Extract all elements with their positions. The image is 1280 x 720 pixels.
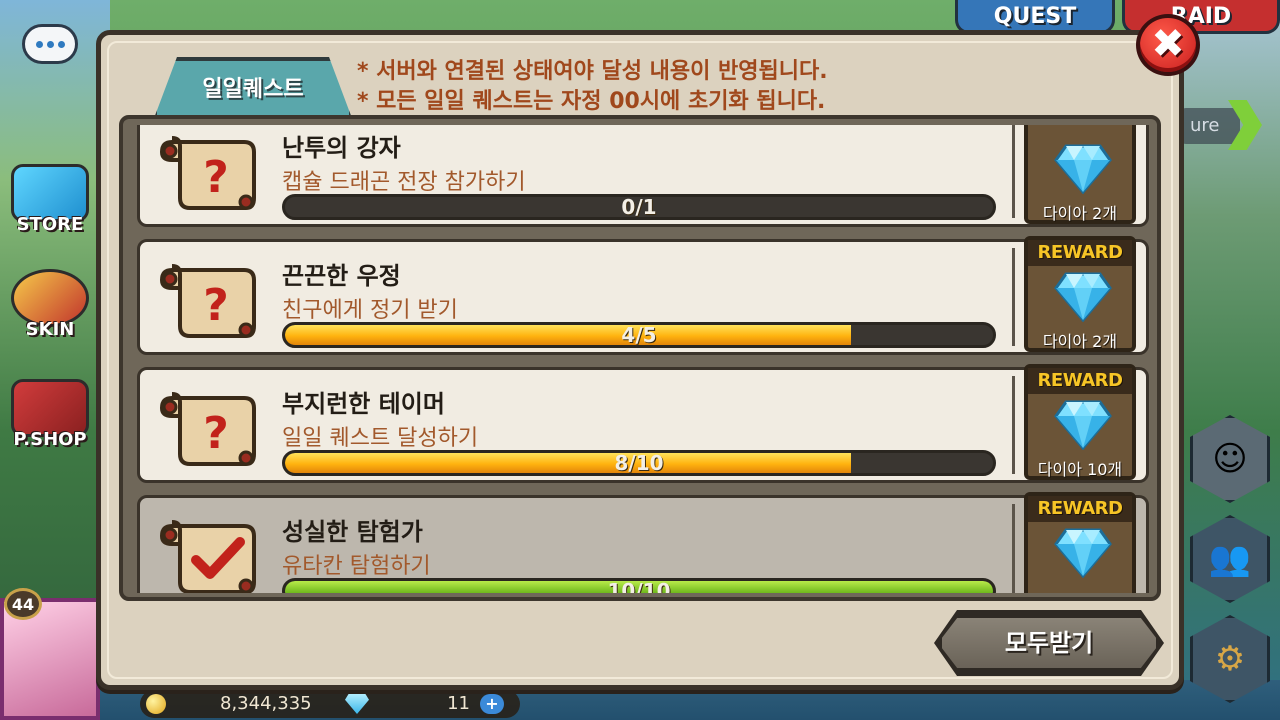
side-button-label: SKIN <box>25 319 75 340</box>
reward-amount: 다이아 2개 <box>1042 332 1118 351</box>
scroll-check-icon: ? <box>159 520 256 593</box>
quest-title: 난투의 강자 <box>282 134 401 162</box>
reward-label <box>1028 125 1132 138</box>
quest-description: 유타칸 탐험하기 <box>282 554 431 579</box>
chat-bubble-icon[interactable] <box>22 24 78 64</box>
quest-progress-text: 0/1 <box>621 195 657 219</box>
reward-label: REWARD <box>1028 496 1132 522</box>
side-button-label: P.SHOP <box>13 429 87 450</box>
quest-progress-bar: 8/10 <box>282 450 996 476</box>
quest-progress-bar: 0/1 <box>282 194 996 220</box>
side-button-skin[interactable]: SKIN <box>0 245 100 340</box>
close-button[interactable]: ✖ <box>1136 14 1200 76</box>
quest-description: 일일 퀘스트 달성하기 <box>282 426 479 451</box>
quest-title: 성실한 탐험가 <box>282 518 423 546</box>
svg-text:?: ? <box>203 280 229 331</box>
diamond-icon <box>1054 272 1112 322</box>
reward-box[interactable]: REWARD 다이아 2개 <box>1024 236 1136 352</box>
quest-list[interactable]: ? 난투의 강자 캡슐 드래곤 전장 참가하기 0/1 다이아 2개 ? 끈끈한… <box>119 115 1161 601</box>
quest-list-viewport[interactable]: ? 난투의 강자 캡슐 드래곤 전장 참가하기 0/1 다이아 2개 ? 끈끈한… <box>129 125 1155 593</box>
gem-amount: 11 <box>447 693 470 714</box>
reward-box[interactable]: REWARD 다이아 10개 <box>1024 364 1136 480</box>
quest-progress-text: 8/10 <box>614 451 664 475</box>
diamond-icon <box>1054 528 1112 578</box>
adventure-label: ure <box>1180 108 1240 144</box>
side-button-label: STORE <box>16 214 84 235</box>
diamond-icon <box>1054 144 1112 194</box>
quest-title: 부지런한 테이머 <box>282 390 445 418</box>
quest-description: 친구에게 정기 받기 <box>282 298 458 323</box>
svg-text:?: ? <box>203 408 229 459</box>
claim-all-button[interactable]: 모두받기 <box>938 614 1160 672</box>
scroll-question-icon: ? <box>159 392 256 466</box>
scroll-question-icon: ? <box>159 136 256 210</box>
reward-label: REWARD <box>1028 240 1132 266</box>
side-button-pshop[interactable]: P.SHOP <box>0 355 100 450</box>
diamond-icon <box>1054 400 1112 450</box>
quest-progress-text: 4/5 <box>621 323 657 347</box>
reward-amount: 다이아 10개 <box>1037 460 1123 479</box>
reward-label: REWARD <box>1028 368 1132 394</box>
quest-title: 끈끈한 우정 <box>282 262 401 290</box>
reward-amount: 다이아 2개 <box>1042 204 1118 223</box>
currency-bar: 8,344,335 11 + <box>140 690 520 718</box>
reward-box[interactable]: REWARD <box>1024 492 1136 593</box>
notice-line-2: * 모든 일일 퀘스트는 자정 00시에 초기화 됩니다. <box>357 89 826 114</box>
quest-row-3[interactable]: ? 부지런한 테이머 일일 퀘스트 달성하기 8/10 REWARD 다이아 1… <box>137 364 1149 483</box>
quest-description: 캡슐 드래곤 전장 참가하기 <box>282 170 526 195</box>
quest-row-2[interactable]: ? 끈끈한 우정 친구에게 정기 받기 4/5 REWARD 다이아 2개 <box>137 236 1149 355</box>
level-badge: 44 <box>4 588 42 620</box>
tab-quest[interactable]: QUEST <box>955 0 1115 34</box>
title-tab-label[interactable]: 일일퀘스트 <box>153 71 353 103</box>
quest-progress-bar: 4/5 <box>282 322 996 348</box>
svg-text:?: ? <box>203 152 229 203</box>
coin-icon <box>146 694 166 714</box>
gold-amount: 8,344,335 <box>220 693 312 714</box>
side-button-store[interactable]: STORE <box>0 140 100 235</box>
quest-progress-bar: 10/10 <box>282 578 996 593</box>
scroll-question-icon: ? <box>159 264 256 338</box>
close-icon: ✖ <box>1151 21 1185 67</box>
add-gems-button[interactable]: + <box>480 694 504 714</box>
quest-progress-text: 10/10 <box>607 579 671 593</box>
quest-row-1[interactable]: ? 난투의 강자 캡슐 드래곤 전장 참가하기 0/1 다이아 2개 <box>137 125 1149 227</box>
quest-row-4[interactable]: ? 성실한 탐험가 유타칸 탐험하기 10/10 REWARD <box>137 492 1149 593</box>
reward-box[interactable]: 다이아 2개 <box>1024 125 1136 224</box>
notice-line-1: * 서버와 연결된 상태여야 달성 내용이 반영됩니다. <box>357 59 828 84</box>
notice-text: * 서버와 연결된 상태여야 달성 내용이 반영됩니다. * 모든 일일 퀘스트… <box>357 57 828 117</box>
